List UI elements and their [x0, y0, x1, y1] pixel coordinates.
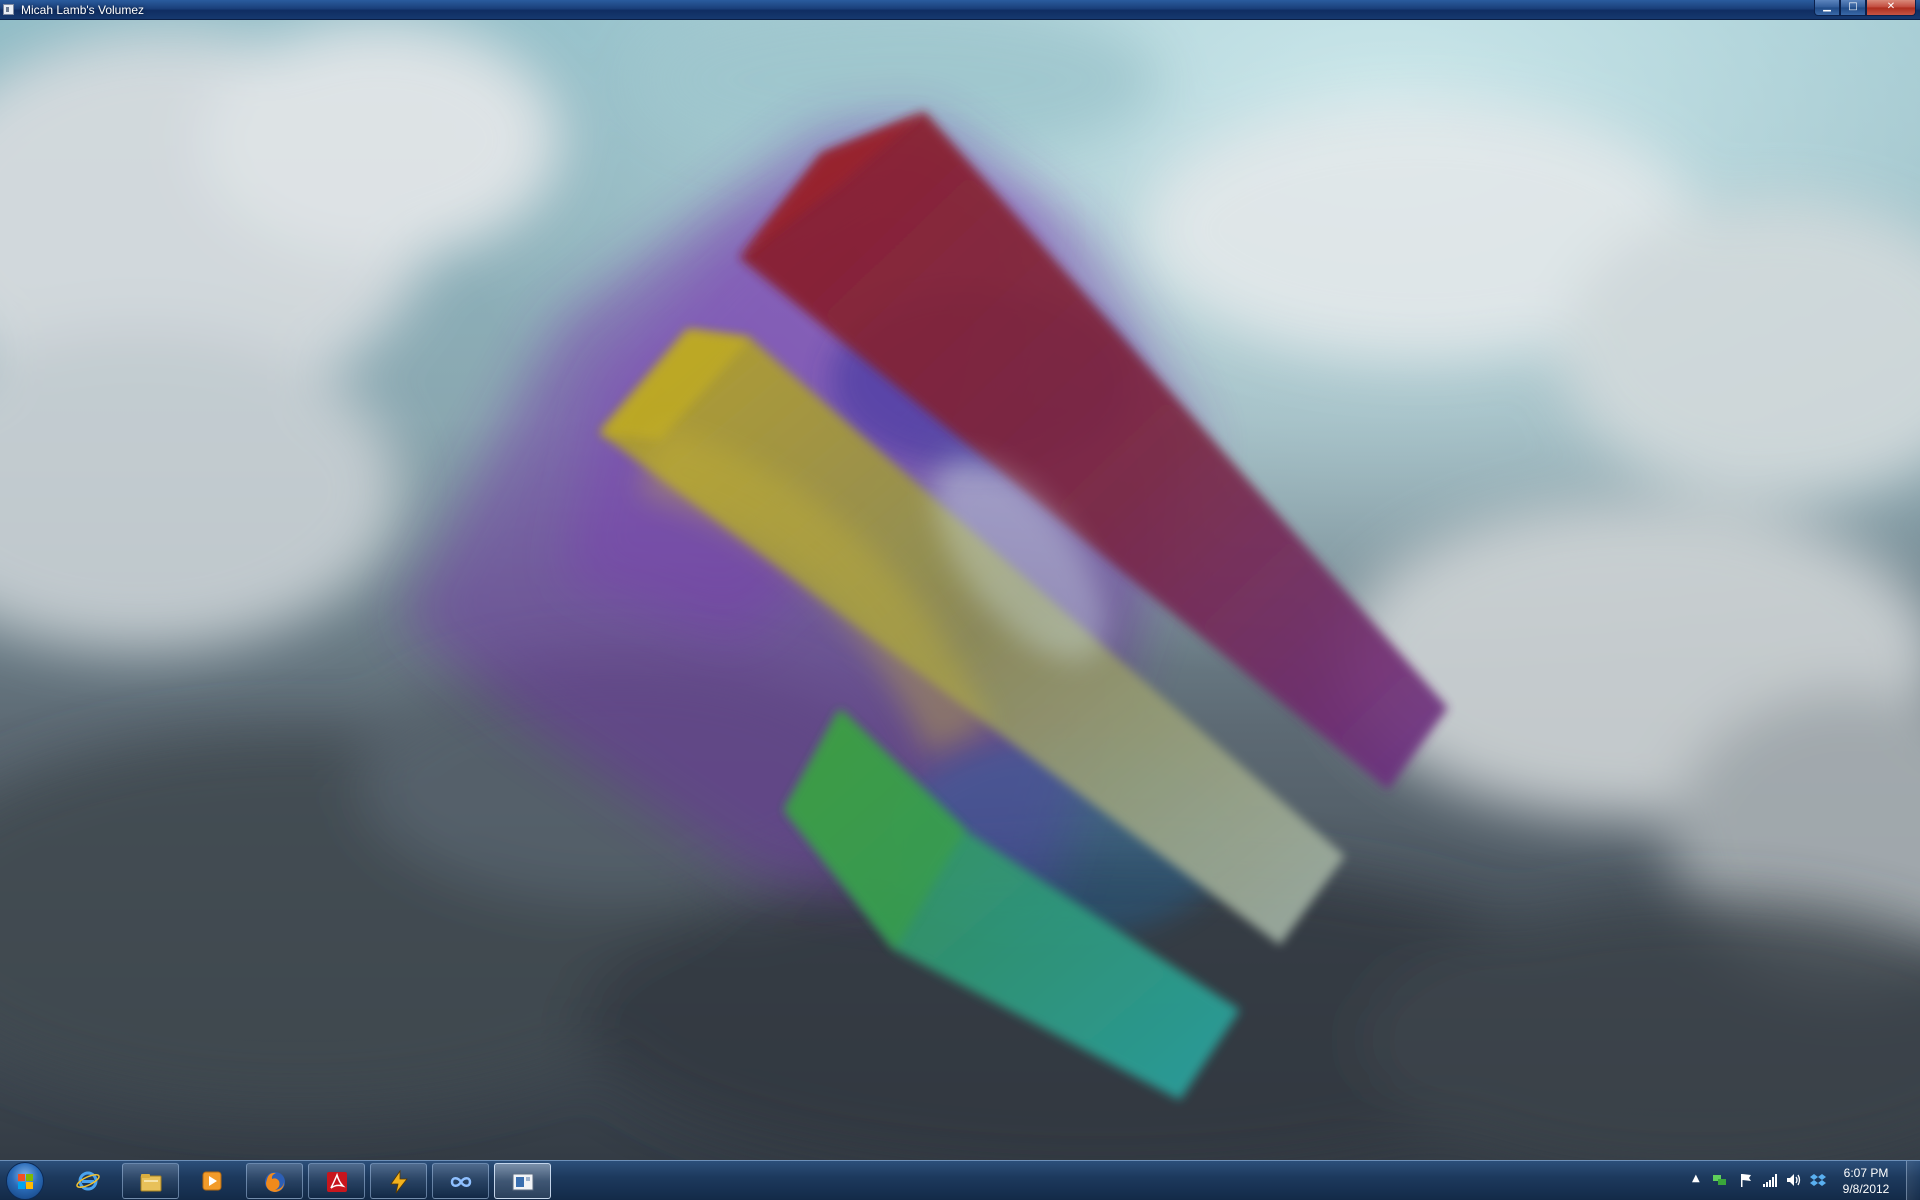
taskbar-button-internet-explorer[interactable]: [60, 1163, 117, 1199]
internet-explorer-icon: [76, 1171, 100, 1191]
media-player-icon: [202, 1171, 222, 1191]
adobe-reader-icon: [327, 1172, 347, 1192]
firefox-icon: [265, 1172, 285, 1192]
volumez-app-icon: [512, 1173, 534, 1191]
network-sync-icon[interactable]: [1712, 1172, 1728, 1188]
volume-render-viewport[interactable]: [0, 20, 1920, 1160]
window-title: Micah Lamb's Volumez: [21, 3, 145, 17]
taskbar-button-volumez[interactable]: [494, 1163, 551, 1199]
volume-icon[interactable]: [1786, 1172, 1802, 1188]
taskbar-button-media-player[interactable]: [184, 1163, 241, 1199]
close-button[interactable]: ✕: [1866, 0, 1916, 16]
taskbar-button-winamp[interactable]: [370, 1163, 427, 1199]
taskbar-button-adobe-reader[interactable]: [308, 1163, 365, 1199]
window-title-bar[interactable]: Micah Lamb's Volumez ▁ □ ✕: [0, 0, 1920, 20]
start-button[interactable]: [6, 1162, 44, 1200]
winamp-icon: [390, 1170, 408, 1194]
taskbar-button-file-explorer[interactable]: [122, 1163, 179, 1199]
clock-date: 9/8/2012: [1842, 1182, 1890, 1196]
volume-render-canvas: [0, 20, 1920, 1160]
show-desktop-button[interactable]: [1906, 1161, 1920, 1200]
system-clock[interactable]: 6:07 PM 9/8/2012: [1830, 1165, 1902, 1197]
tray-overflow-button[interactable]: ▲: [1692, 1173, 1700, 1185]
maximize-icon: □: [1848, 1, 1858, 12]
infinity-app-icon: [450, 1177, 472, 1187]
app-window-icon[interactable]: [3, 4, 14, 15]
action-center-flag-icon[interactable]: [1738, 1172, 1754, 1188]
dropbox-icon[interactable]: [1810, 1172, 1826, 1188]
close-icon: ✕: [1886, 1, 1896, 12]
minimize-button[interactable]: ▁: [1814, 0, 1840, 16]
minimize-icon: ▁: [1823, 1, 1831, 12]
signal-bars-icon[interactable]: [1762, 1172, 1778, 1188]
maximize-button[interactable]: □: [1840, 0, 1866, 16]
windows-start-orb-icon: [18, 1174, 34, 1190]
taskbar-button-firefox[interactable]: [246, 1163, 303, 1199]
file-explorer-icon: [140, 1174, 162, 1192]
clock-time: 6:07 PM: [1843, 1166, 1889, 1180]
desktop-screen: Micah Lamb's Volumez ▁ □ ✕ ▲ 6:07 PM 9/8…: [0, 0, 1920, 1200]
windows-taskbar: ▲ 6:07 PM 9/8/2012: [0, 1160, 1920, 1200]
taskbar-button-infinity-app[interactable]: [432, 1163, 489, 1199]
